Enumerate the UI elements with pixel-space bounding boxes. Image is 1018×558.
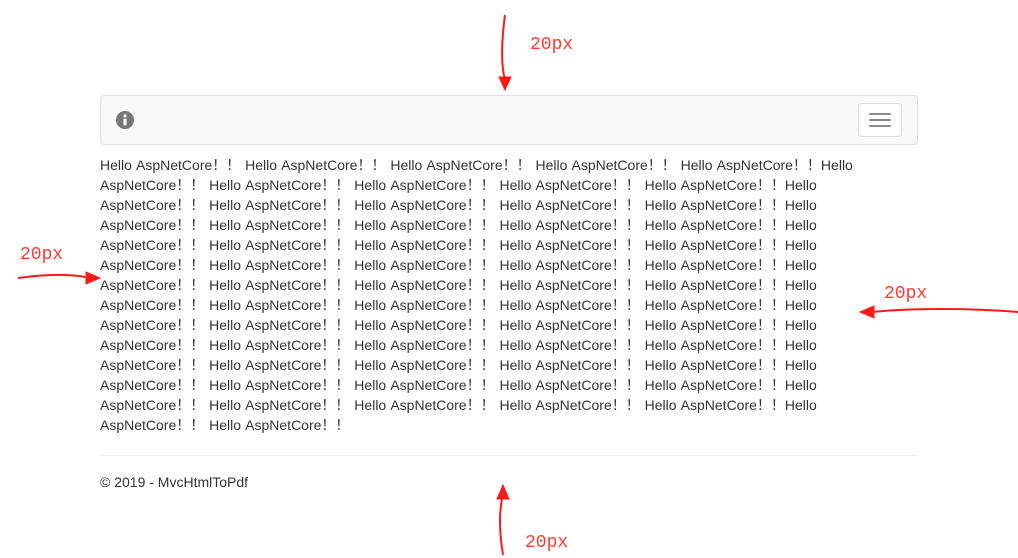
margin-label-top: 20px (530, 35, 573, 55)
margin-label-left: 20px (20, 245, 63, 265)
footer-text: © 2019 - MvcHtmlToPdf (100, 474, 918, 490)
navbar-toggle-button[interactable] (858, 103, 902, 137)
body-paragraph: Hello AspNetCore！！ Hello AspNetCore！！ He… (100, 155, 918, 435)
hamburger-bar (869, 125, 891, 127)
hamburger-bar (869, 113, 891, 115)
page-canvas: 20px 20px 20px 20px (0, 0, 1018, 558)
arrow-bottom (493, 485, 513, 555)
footer-separator (100, 455, 918, 456)
content-area: Hello AspNetCore！！ Hello AspNetCore！！ He… (100, 95, 918, 490)
margin-label-bottom: 20px (525, 533, 568, 553)
hamburger-bar (869, 119, 891, 121)
info-icon (116, 111, 134, 129)
arrow-top (495, 15, 515, 90)
navbar (100, 95, 918, 145)
arrow-left (18, 268, 100, 288)
